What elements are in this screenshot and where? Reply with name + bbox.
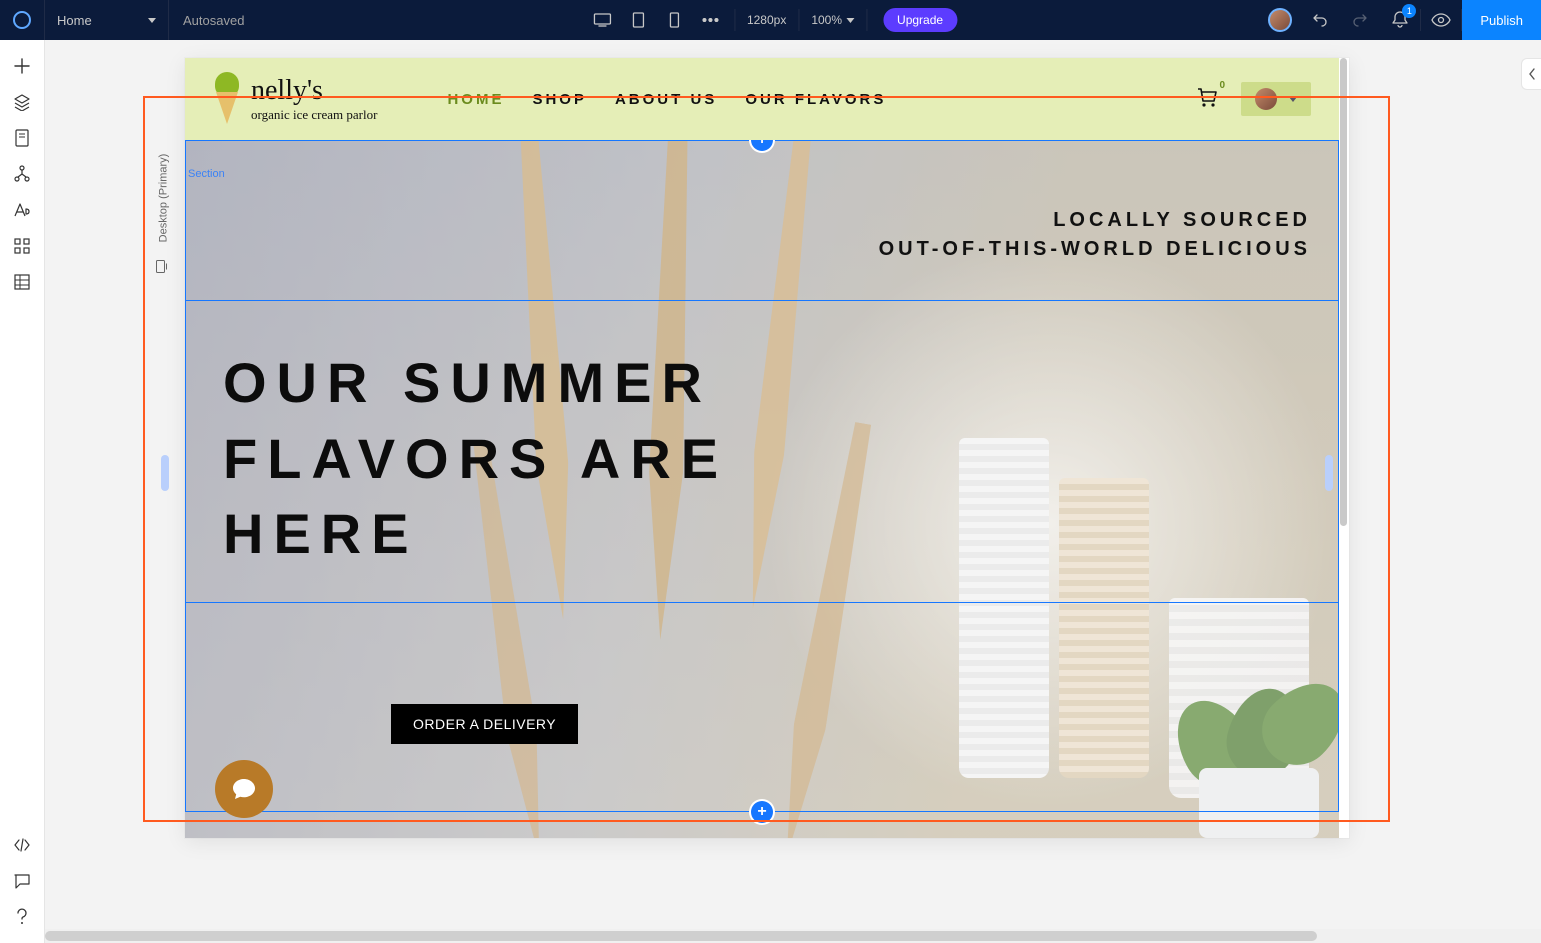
section-tag-label[interactable]: Section [188, 168, 225, 180]
separator [798, 9, 799, 31]
preview-button[interactable] [1421, 0, 1461, 40]
resize-handle-left[interactable] [161, 455, 169, 491]
site-structure-button[interactable] [0, 156, 45, 192]
upgrade-button[interactable]: Upgrade [883, 8, 957, 32]
add-section-below-button[interactable]: + [751, 801, 773, 823]
app-logo[interactable] [0, 0, 45, 40]
brand-name: nelly's [251, 75, 377, 107]
avatar-icon [1268, 8, 1292, 32]
code-button[interactable] [0, 827, 45, 863]
brand-text: nelly's organic ice cream parlor [251, 75, 377, 123]
logo-icon [13, 11, 31, 29]
user-avatar[interactable] [1260, 0, 1300, 40]
topbar-center: 1280px 100% Upgrade [584, 0, 957, 40]
open-inspector-tab[interactable] [1521, 58, 1541, 90]
separator [866, 9, 867, 31]
pages-button[interactable] [0, 120, 45, 156]
cart-count: 0 [1219, 80, 1225, 91]
editor-top-bar: Home Autosaved 1280px 100% Upgrade [0, 0, 1541, 40]
hero-section[interactable]: LOCALLY SOURCED OUT-OF-THIS-WORLD DELICI… [185, 140, 1339, 838]
guide-line [185, 602, 1339, 603]
nav-home[interactable]: Home [447, 91, 504, 108]
brand-tagline: organic ice cream parlor [251, 107, 377, 123]
page-name: Home [57, 13, 92, 28]
chat-widget[interactable] [215, 760, 273, 818]
nav-right: 0 [1195, 82, 1311, 116]
chevron-down-icon [148, 18, 156, 23]
chevron-down-icon [846, 18, 854, 23]
page-selector[interactable]: Home [45, 0, 169, 40]
nav-links: Home Shop About Us Our Flavors [447, 91, 886, 108]
nav-about[interactable]: About Us [615, 91, 717, 108]
desktop-breakpoint-button[interactable] [584, 0, 620, 40]
selection-box [185, 140, 1339, 812]
mobile-breakpoint-button[interactable] [656, 0, 692, 40]
cart-button[interactable]: 0 [1195, 86, 1219, 113]
editor-horizontal-scrollbar[interactable] [45, 929, 1541, 943]
zoom-value: 100% [811, 13, 842, 27]
left-tool-rail [0, 40, 45, 943]
nav-shop[interactable]: Shop [532, 91, 587, 108]
cms-button[interactable] [0, 264, 45, 300]
left-rail-bottom [0, 827, 45, 935]
zoom-selector[interactable]: 100% [805, 13, 860, 27]
layers-button[interactable] [0, 84, 45, 120]
avatar-icon [1255, 88, 1277, 110]
resize-handle-right[interactable] [1325, 455, 1333, 491]
breakpoint-label: Desktop (Primary) [153, 138, 173, 258]
apps-button[interactable] [0, 228, 45, 264]
website-preview: nelly's organic ice cream parlor Home Sh… [185, 58, 1339, 838]
redo-button[interactable] [1340, 0, 1380, 40]
nav-flavors[interactable]: Our Flavors [745, 91, 886, 108]
guide-line [185, 300, 1339, 301]
undo-button[interactable] [1300, 0, 1340, 40]
tablet-breakpoint-button[interactable] [620, 0, 656, 40]
comments-button[interactable] [0, 863, 45, 899]
notification-badge: 1 [1402, 4, 1416, 18]
chevron-down-icon [1289, 97, 1297, 102]
canvas-width[interactable]: 1280px [741, 13, 792, 27]
topbar-right: 1 Publish [1260, 0, 1541, 40]
profile-menu[interactable] [1241, 82, 1311, 116]
add-element-button[interactable] [0, 48, 45, 84]
save-status: Autosaved [169, 13, 258, 28]
brand[interactable]: nelly's organic ice cream parlor [213, 72, 377, 126]
scrollbar-thumb[interactable] [45, 931, 1317, 941]
more-breakpoints-button[interactable] [692, 0, 728, 40]
preview-scrollbar[interactable] [1340, 58, 1347, 526]
desktop-icon [156, 260, 171, 274]
separator [734, 9, 735, 31]
editor-canvas[interactable]: Desktop (Primary) nelly's organic ice cr… [45, 40, 1541, 929]
brand-logo-icon [213, 72, 241, 126]
typography-button[interactable] [0, 192, 45, 228]
site-header[interactable]: nelly's organic ice cream parlor Home Sh… [185, 58, 1339, 140]
help-button[interactable] [0, 899, 45, 935]
publish-button[interactable]: Publish [1462, 0, 1541, 40]
page-stage[interactable]: nelly's organic ice cream parlor Home Sh… [185, 58, 1349, 838]
notifications-button[interactable]: 1 [1380, 0, 1420, 40]
